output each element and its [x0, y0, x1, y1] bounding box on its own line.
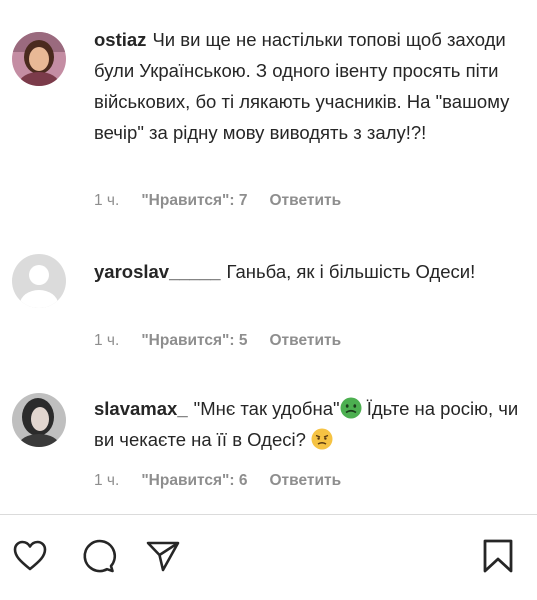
action-bar: [0, 536, 537, 580]
avatar[interactable]: [12, 32, 66, 86]
divider: [0, 514, 537, 515]
reply-button[interactable]: Ответить: [270, 472, 342, 490]
comment-username[interactable]: ostiaz: [94, 29, 146, 50]
comment-time[interactable]: 1 ч.: [94, 192, 119, 210]
heart-icon[interactable]: [10, 536, 50, 576]
avatar[interactable]: [12, 254, 66, 308]
comment-text: "Мнє так удобна": [193, 398, 340, 419]
share-icon[interactable]: [143, 536, 183, 576]
comment-text: Чи ви ще не настільки топові щоб заходи …: [94, 29, 510, 143]
comment-likes[interactable]: "Нравится": 6: [141, 472, 247, 490]
comment-time[interactable]: 1 ч.: [94, 332, 119, 350]
comment-username[interactable]: yaroslav_____: [94, 261, 221, 282]
comment-time[interactable]: 1 ч.: [94, 472, 119, 490]
bookmark-icon[interactable]: [478, 536, 518, 576]
comment-icon[interactable]: [78, 536, 118, 576]
reply-button[interactable]: Ответить: [270, 332, 342, 350]
comment-username[interactable]: slavamax_: [94, 398, 188, 419]
comment-likes[interactable]: "Нравится": 7: [141, 192, 247, 210]
reply-button[interactable]: Ответить: [270, 192, 342, 210]
comment-likes[interactable]: "Нравится": 5: [141, 332, 247, 350]
comment-text: Ганьба, як і більшість Одеси!: [226, 261, 476, 282]
avatar[interactable]: [12, 393, 66, 447]
angry-face-emoji: [311, 428, 333, 450]
nauseated-face-emoji: [340, 397, 362, 419]
